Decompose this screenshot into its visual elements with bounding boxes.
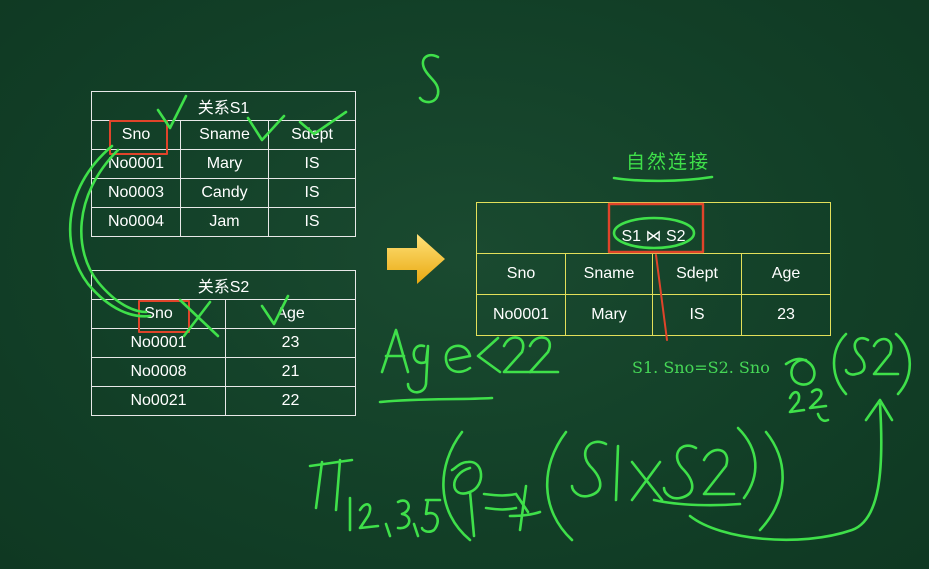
title-underline: [612, 175, 714, 183]
check-mark-icon: [298, 110, 348, 136]
arrowhead-icon: [864, 398, 894, 422]
handwritten-sigma: [784, 357, 816, 386]
handwritten-paren: [442, 430, 472, 542]
handwritten-s: [844, 336, 870, 376]
handwritten-age-text: [444, 344, 472, 374]
check-mark-icon: [260, 294, 290, 326]
handwritten-times: [630, 460, 664, 502]
handwritten-digit: [502, 336, 532, 374]
red-pointer-line: [655, 254, 668, 341]
handwritten-two: [872, 337, 900, 376]
join-oval: [612, 216, 696, 250]
handwritten-pi-symbol: [308, 458, 354, 512]
handwritten-paren: [736, 426, 757, 500]
handwritten-two: [702, 448, 736, 496]
handwritten-subscript: [348, 496, 442, 538]
handwritten-s-mark: [418, 53, 440, 104]
handwritten-one: [614, 444, 620, 502]
handwritten-paren: [894, 332, 911, 396]
annotation-overlay: [68, 53, 911, 542]
handwritten-digit: [528, 336, 560, 374]
handwritten-age-text: [406, 344, 430, 394]
cross-mark-icon: [178, 298, 220, 338]
handwritten-s: [662, 444, 698, 500]
underline-stroke: [378, 396, 494, 404]
handwritten-less-than: [476, 336, 502, 374]
handwritten-sigma: [450, 460, 483, 495]
check-mark-icon: [156, 94, 188, 130]
handwritten-subscript: [788, 388, 830, 423]
join-heading-highlight: [607, 202, 705, 254]
handwritten-paren: [758, 430, 784, 532]
curved-arrow: [688, 402, 883, 542]
handwritten-s: [570, 440, 608, 498]
underline-stroke: [652, 498, 742, 507]
check-mark-icon: [246, 114, 286, 142]
handwritten-paren: [832, 332, 848, 396]
handwritten-paren: [545, 430, 574, 542]
handwritten-condition: [468, 484, 542, 538]
handwritten-age-text: [380, 328, 410, 374]
